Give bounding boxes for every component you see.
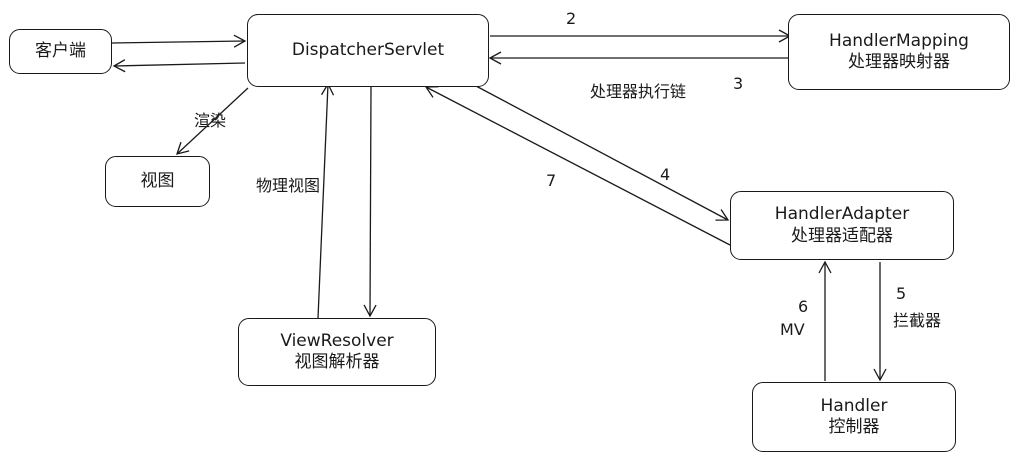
edge-viewresolver-to-dispatcher xyxy=(317,82,335,319)
step2-label: 2 xyxy=(566,9,577,28)
handler-adapter-cn-label: 处理器适配器 xyxy=(791,225,893,246)
edge-client-to-dispatcher xyxy=(111,34,247,48)
step3-label: 3 xyxy=(733,74,744,93)
edge-dispatcher-to-client xyxy=(112,59,246,73)
view-node[interactable]: 视图 xyxy=(105,156,210,207)
client-node[interactable]: 客户端 xyxy=(9,29,112,74)
step6-label: 6 xyxy=(798,297,809,316)
step4-label: 4 xyxy=(660,165,671,184)
edge-step7 xyxy=(424,86,731,246)
handler-mapping-cn-label: 处理器映射器 xyxy=(848,52,950,72)
step5-label: 5 xyxy=(896,284,907,303)
view-resolver-label: ViewResolver xyxy=(280,330,394,351)
handler-cn-label: 控制器 xyxy=(828,417,880,437)
mv-label: MV xyxy=(780,320,805,339)
dispatcher-servlet-label: DispatcherServlet xyxy=(291,39,445,60)
handler-node[interactable]: Handler 控制器 xyxy=(752,382,956,452)
view-resolver-node[interactable]: ViewResolver 视图解析器 xyxy=(238,318,436,386)
dispatcher-servlet-node[interactable]: DispatcherServlet xyxy=(247,14,489,87)
handler-adapter-label: HandlerAdapter xyxy=(774,204,910,225)
client-label: 客户端 xyxy=(35,40,86,61)
view-label: 视图 xyxy=(140,170,175,191)
handler-mapping-label: HandlerMapping xyxy=(829,30,969,51)
edge-step4 xyxy=(475,85,730,221)
render-label: 渲染 xyxy=(194,111,227,130)
physical-view-label: 物理视图 xyxy=(256,176,321,195)
interceptor-label: 拦截器 xyxy=(893,311,942,330)
execution-chain-label: 处理器执行链 xyxy=(590,82,687,101)
handler-label: Handler xyxy=(820,395,888,416)
handler-mapping-node[interactable]: HandlerMapping 处理器映射器 xyxy=(788,14,1010,90)
step7-label: 7 xyxy=(546,171,557,190)
edge-dispatcher-to-viewresolver xyxy=(363,86,377,318)
view-resolver-cn-label: 视图解析器 xyxy=(294,352,380,372)
handler-adapter-node[interactable]: HandlerAdapter 处理器适配器 xyxy=(730,191,954,260)
